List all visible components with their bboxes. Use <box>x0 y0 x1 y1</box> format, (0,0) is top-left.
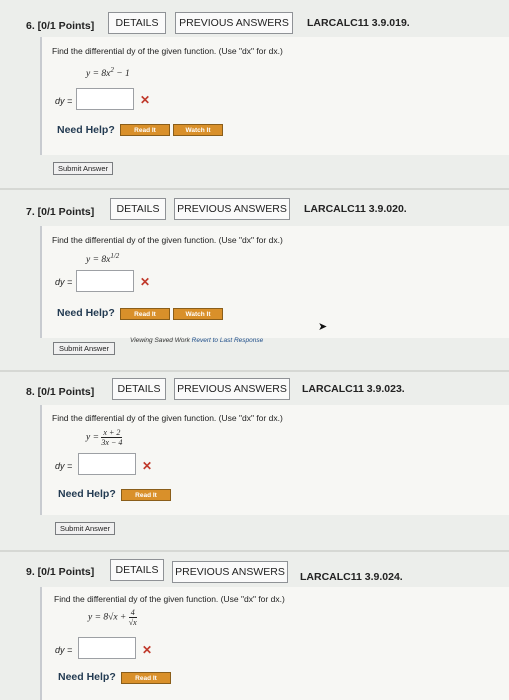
problem-8-read-it-button[interactable]: Read It <box>121 489 171 501</box>
problem-7-answer-input[interactable] <box>76 270 134 292</box>
problem-9-header: 9. [0/1 Points] <box>26 566 95 578</box>
problem-8-incorrect-icon: ✕ <box>142 459 153 473</box>
problem-6-answer-input[interactable] <box>76 88 134 110</box>
problem-6-dy-label: dy = <box>55 96 73 106</box>
fraction-numerator: 4 <box>128 608 137 618</box>
equation-fraction: x + 2 3x − 4 <box>101 428 123 447</box>
equation-exponent: 1/2 <box>110 252 120 260</box>
separator <box>0 550 509 552</box>
problem-8-question: Find the differential dy of the given fu… <box>52 413 283 423</box>
problem-7-read-it-button[interactable]: Read It <box>120 308 170 320</box>
problem-7-incorrect-icon: ✕ <box>140 275 151 289</box>
problem-9-answer-input[interactable] <box>78 637 136 659</box>
problem-7-header: 7. [0/1 Points] <box>26 206 95 218</box>
problem-7-equation: y = 8x1/2 <box>86 252 119 265</box>
problem-7-need-help: Need Help? <box>57 307 115 319</box>
equation-fraction: 4 √x <box>128 608 137 627</box>
problem-6-read-it-button[interactable]: Read It <box>120 124 170 136</box>
problem-9-dy-label: dy = <box>55 645 73 655</box>
problem-9-code: LARCALC11 3.9.024. <box>300 571 403 583</box>
problem-6-incorrect-icon: ✕ <box>140 93 151 107</box>
problem-6-previous-answers-button[interactable]: PREVIOUS ANSWERS <box>175 12 293 34</box>
equation-lhs: y = <box>86 432 100 443</box>
problem-7-code: LARCALC11 3.9.020. <box>304 203 407 215</box>
problem-9-read-it-button[interactable]: Read It <box>121 672 171 684</box>
problem-9-previous-answers-button[interactable]: PREVIOUS ANSWERS <box>172 561 288 583</box>
equation-lhs: y = 8x <box>86 69 111 80</box>
equation-lhs: y = 8x <box>86 255 111 266</box>
problem-8-answer-input[interactable] <box>78 453 136 475</box>
problem-8-previous-answers-button[interactable]: PREVIOUS ANSWERS <box>174 378 290 400</box>
problem-6-watch-it-button[interactable]: Watch It <box>173 124 223 136</box>
problem-7-submit-button[interactable]: Submit Answer <box>53 342 115 355</box>
fraction-denominator: 3x − 4 <box>101 438 123 447</box>
problem-7-watch-it-button[interactable]: Watch It <box>173 308 223 320</box>
problem-6-details-button[interactable]: DETAILS <box>108 12 166 34</box>
problem-6-question: Find the differential dy of the given fu… <box>52 46 283 56</box>
problem-9-incorrect-icon: ✕ <box>142 643 153 657</box>
problem-8-need-help: Need Help? <box>58 488 116 500</box>
mouse-cursor-icon: ➤ <box>318 321 328 333</box>
fraction-numerator: x + 2 <box>101 428 123 438</box>
problem-9-question: Find the differential dy of the given fu… <box>54 594 285 604</box>
equation-lhs: y = 8√x + <box>88 612 127 623</box>
problem-8-dy-label: dy = <box>55 461 73 471</box>
problem-6-header: 6. [0/1 Points] <box>26 20 95 32</box>
problem-7-dy-label: dy = <box>55 277 73 287</box>
separator <box>0 188 509 190</box>
problem-8-submit-button[interactable]: Submit Answer <box>55 522 115 535</box>
problem-9-need-help: Need Help? <box>58 671 116 683</box>
problem-8-details-button[interactable]: DETAILS <box>112 378 166 400</box>
problem-6-code: LARCALC11 3.9.019. <box>307 17 410 29</box>
problem-7-previous-answers-button[interactable]: PREVIOUS ANSWERS <box>174 198 290 220</box>
problem-6-equation: y = 8x2 − 1 <box>86 66 130 79</box>
saved-work-text: Viewing Saved Work <box>130 337 190 344</box>
problem-9-details-button[interactable]: DETAILS <box>110 559 164 581</box>
problem-7-question: Find the differential dy of the given fu… <box>52 235 283 245</box>
problem-6-submit-button[interactable]: Submit Answer <box>53 162 113 175</box>
problem-6-need-help: Need Help? <box>57 124 115 136</box>
problem-7-saved-work-status: Viewing Saved Work Revert to Last Respon… <box>130 337 263 344</box>
problem-9-equation: y = 8√x + 4 √x <box>88 608 137 627</box>
problem-8-equation: y = x + 2 3x − 4 <box>86 428 123 447</box>
separator <box>0 370 509 372</box>
problem-7-details-button[interactable]: DETAILS <box>110 198 166 220</box>
fraction-denominator: √x <box>128 618 137 627</box>
problem-8-header: 8. [0/1 Points] <box>26 386 95 398</box>
revert-to-last-response-link[interactable]: Revert to Last Response <box>192 337 264 344</box>
problem-8-code: LARCALC11 3.9.023. <box>302 383 405 395</box>
equation-rhs: − 1 <box>113 69 130 80</box>
